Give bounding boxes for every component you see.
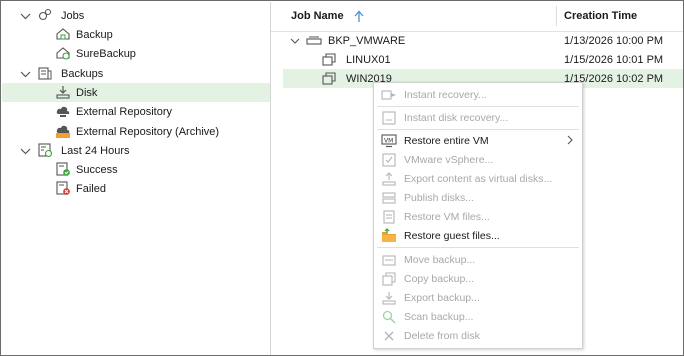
menu-item-delete-from-disk[interactable]: Delete from disk [374, 326, 582, 345]
tree-label-external-repository-archive: External Repository (Archive) [76, 125, 220, 138]
tree-node-external-repository-archive[interactable]: External Repository (Archive) [2, 122, 270, 141]
tree-node-failed[interactable]: Failed [2, 179, 270, 198]
tree-label-external-repository: External Repository [76, 105, 172, 118]
restore-vm-files-icon [381, 209, 397, 225]
menu-item-move-backup[interactable]: Move backup... [374, 250, 582, 269]
menu-separator [377, 129, 579, 130]
instant-recovery-icon [381, 87, 397, 103]
menu-item-label: Restore guest files... [404, 229, 500, 242]
tree-label-failed: Failed [76, 182, 106, 195]
menu-item-export-backup[interactable]: Export backup... [374, 288, 582, 307]
tree-label-surebackup: SureBackup [76, 47, 136, 60]
vm-icon [321, 52, 337, 68]
menu-item-restore-entire-vm[interactable]: VM Restore entire VM [374, 131, 582, 150]
menu-item-label: Instant disk recovery... [404, 111, 509, 124]
archive-repository-icon [55, 123, 71, 139]
cloud-repository-icon [55, 103, 71, 119]
menu-item-label: Move backup... [404, 253, 476, 266]
menu-item-label: Scan backup... [404, 310, 474, 323]
backups-icon [37, 65, 53, 81]
instant-disk-recovery-icon [381, 110, 397, 126]
menu-item-label: Export content as virtual disks... [404, 172, 553, 185]
menu-item-instant-recovery[interactable]: Instant recovery... [374, 85, 582, 104]
menu-item-label: Publish disks... [404, 191, 475, 204]
history-icon [37, 142, 53, 158]
column-divider[interactable] [556, 6, 557, 26]
chevron-right-icon [566, 135, 576, 145]
tree-label-jobs: Jobs [61, 9, 85, 22]
table-row[interactable]: LINUX01 1/15/2026 10:01 PM [283, 50, 683, 69]
column-header-creation-time[interactable]: Creation Time [564, 2, 637, 30]
chevron-down-icon[interactable] [19, 10, 31, 22]
tree-node-disk[interactable]: Disk [2, 83, 270, 102]
tree-node-backup[interactable]: Backup [2, 25, 270, 44]
delete-icon [381, 328, 397, 344]
menu-item-copy-backup[interactable]: Copy backup... [374, 269, 582, 288]
vm-icon [321, 71, 337, 87]
tree-node-success[interactable]: Success [2, 160, 270, 179]
menu-item-label: VMware vSphere... [404, 153, 494, 166]
export-disks-icon [381, 171, 397, 187]
menu-item-label: Instant recovery... [404, 88, 487, 101]
copy-backup-icon [381, 271, 397, 287]
menu-item-instant-disk-recovery[interactable]: Instant disk recovery... [374, 108, 582, 127]
menu-item-export-content-as-virtual-disks[interactable]: Export content as virtual disks... [374, 169, 582, 188]
chevron-down-icon[interactable] [289, 35, 301, 47]
job-name-cell: LINUX01 [346, 53, 391, 66]
failed-icon [55, 180, 71, 196]
vm-job-icon [306, 33, 322, 49]
chevron-down-icon[interactable] [19, 68, 31, 80]
creation-time-cell: 1/15/2026 10:01 PM [564, 53, 664, 66]
menu-item-label: Copy backup... [404, 272, 475, 285]
chevron-down-icon[interactable] [19, 145, 31, 157]
tree-label-backups: Backups [61, 67, 104, 80]
context-menu: Instant recovery... Instant disk recover… [373, 82, 583, 349]
disk-download-icon [55, 84, 71, 100]
column-header-label: Creation Time [564, 10, 638, 22]
vm-icon: VM [381, 133, 397, 149]
surebackup-icon [55, 45, 71, 61]
svg-text:VM: VM [384, 138, 393, 145]
publish-disks-icon [381, 190, 397, 206]
folder-icon [381, 228, 397, 244]
tree-node-jobs[interactable]: Jobs [2, 6, 270, 25]
menu-item-label: Export backup... [404, 291, 480, 304]
tree-node-external-repository[interactable]: External Repository [2, 102, 270, 121]
menu-item-label: Delete from disk [404, 329, 480, 342]
menu-item-label: Restore entire VM [404, 134, 489, 147]
menu-item-publish-disks[interactable]: Publish disks... [374, 188, 582, 207]
tree-node-last-24-hours[interactable]: Last 24 Hours [2, 141, 270, 160]
backup-job-icon [55, 26, 71, 42]
job-name-cell: BKP_VMWARE [328, 34, 406, 47]
menu-item-label: Restore VM files... [404, 210, 490, 223]
tree-label-success: Success [76, 163, 118, 176]
tree-node-surebackup[interactable]: SureBackup [2, 44, 270, 63]
column-header-job-name[interactable]: Job Name [291, 2, 364, 30]
menu-separator [377, 247, 579, 248]
tree-label-disk: Disk [76, 86, 98, 99]
menu-separator [377, 106, 579, 107]
export-backup-icon [381, 290, 397, 306]
magnifier-icon [381, 309, 397, 325]
vsphere-icon [381, 152, 397, 168]
tree-node-backups[interactable]: Backups [2, 64, 270, 83]
column-header-label: Job Name [291, 10, 344, 22]
menu-item-scan-backup[interactable]: Scan backup... [374, 307, 582, 326]
move-backup-icon [381, 252, 397, 268]
tree-label-last-24-hours: Last 24 Hours [61, 144, 130, 157]
menu-item-restore-vm-files[interactable]: Restore VM files... [374, 207, 582, 226]
jobs-icon [37, 7, 53, 23]
creation-time-cell: 1/13/2026 10:00 PM [564, 34, 664, 47]
navigation-tree: Jobs Backup SureBackup Backups Disk Exte… [2, 2, 270, 355]
success-icon [55, 161, 71, 177]
table-row[interactable]: BKP_VMWARE 1/13/2026 10:00 PM [283, 31, 683, 50]
app-frame: Jobs Backup SureBackup Backups Disk Exte… [0, 0, 684, 356]
menu-item-restore-guest-files[interactable]: Restore guest files... [374, 226, 582, 245]
sort-ascending-icon [354, 10, 364, 22]
tree-label-backup: Backup [76, 28, 113, 41]
menu-item-vmware-vsphere[interactable]: VMware vSphere... [374, 150, 582, 169]
